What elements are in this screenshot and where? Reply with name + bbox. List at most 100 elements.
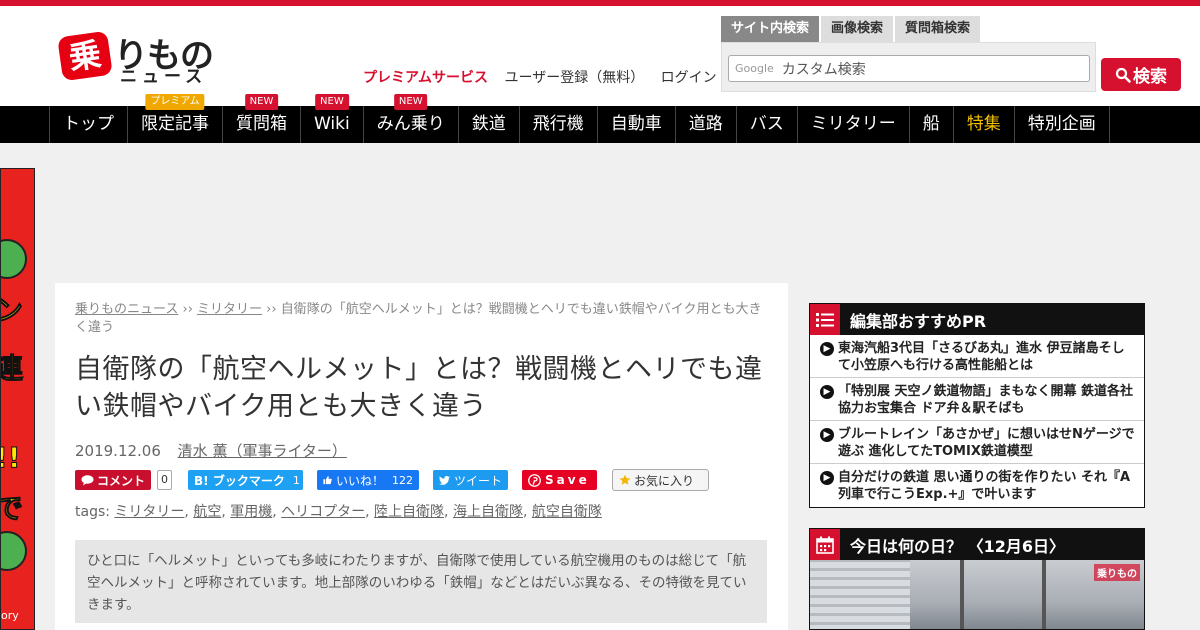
article-tags: tags: ミリタリー, 航空, 軍用機, ヘリコプター, 陸上自衛隊, 海上自…: [75, 504, 602, 520]
nav-item-road[interactable]: 道路: [676, 106, 737, 143]
side-ad-banner[interactable]: ン 連 !! で ory: [0, 168, 35, 630]
tag-link[interactable]: ヘリコプター: [281, 504, 365, 520]
tag-link[interactable]: 海上自衛隊: [453, 504, 523, 520]
tag-link[interactable]: 航空: [193, 504, 221, 520]
nav-item-minnori[interactable]: NEW みん乗り: [364, 94, 459, 143]
nav-item-wiki[interactable]: NEW Wiki: [301, 94, 364, 143]
site-logo[interactable]: 乗 りもの ニュース: [57, 28, 230, 88]
tab-image-search[interactable]: 画像検索: [821, 16, 894, 42]
register-link[interactable]: ユーザー登録（無料）: [504, 70, 644, 86]
search-icon: [1115, 67, 1131, 83]
author-link[interactable]: 清水 薫（軍事ライター）: [178, 442, 347, 460]
nav-label: 船: [922, 114, 940, 134]
like-count: 122: [392, 473, 414, 487]
tweet-button[interactable]: ツイート: [433, 470, 509, 490]
search-button[interactable]: 検索: [1101, 58, 1181, 91]
ad-small-text: ory: [1, 609, 19, 622]
nav-label: 特別企画: [1027, 114, 1096, 134]
today-photo[interactable]: 乗りもの: [810, 560, 1144, 629]
tag-link[interactable]: 陸上自衛隊: [374, 504, 444, 520]
nav-badge-new: NEW: [244, 94, 279, 110]
nav-label: みん乗り: [376, 114, 445, 134]
tag-link[interactable]: ミリタリー: [114, 504, 184, 520]
pinterest-save-button[interactable]: Save: [522, 470, 598, 490]
article-meta: 2019.12.06 清水 薫（軍事ライター）: [75, 440, 347, 461]
ad-text: !!: [1, 441, 21, 475]
speech-bubble-icon: [81, 474, 94, 485]
search-input[interactable]: Google カスタム検索: [728, 55, 1090, 82]
tab-site-search[interactable]: サイト内検索: [721, 16, 820, 42]
favorite-button[interactable]: お気に入り: [612, 469, 710, 491]
header-links: プレミアムサービス ユーザー登録（無料） ログイン: [363, 67, 729, 87]
nav-item-airplane[interactable]: 飛行機: [520, 106, 598, 143]
nav-item-military[interactable]: ミリタリー: [798, 106, 910, 143]
google-logo: Google: [735, 62, 774, 75]
premium-service-link[interactable]: プレミアムサービス: [363, 70, 488, 86]
pinterest-icon: [528, 473, 541, 487]
hatena-bookmark-button[interactable]: B! ブックマーク 1: [188, 470, 304, 490]
nav-label: ミリタリー: [810, 114, 896, 134]
login-link[interactable]: ログイン: [661, 70, 717, 86]
article-title: 自衛隊の「航空ヘルメット」とは？戦闘機とヘリでも違い鉄帽やバイク用とも大きく違う: [75, 354, 763, 422]
tab-question-search[interactable]: 質問箱検索: [895, 16, 981, 42]
search-box: Google カスタム検索: [721, 42, 1096, 92]
nav-label: 限定記事: [141, 114, 209, 134]
pr-item-text: ブルートレイン「あさかぜ」に想いはせNゲージで遊ぶ 進化してたTOMIX鉄道模型: [838, 427, 1135, 459]
nav-item-question[interactable]: NEW 質問箱: [223, 94, 301, 143]
breadcrumb-home-link[interactable]: 乗りものニュース: [75, 302, 178, 317]
favorite-label: お気に入り: [634, 473, 695, 488]
breadcrumb-category-link[interactable]: ミリタリー: [197, 302, 262, 317]
chevron-right-icon: ▶: [820, 471, 834, 485]
nav-item-special-project[interactable]: 特別企画: [1015, 106, 1110, 143]
tag-link[interactable]: 軍用機: [230, 504, 272, 520]
facebook-like-button[interactable]: いいね！ 122: [317, 470, 420, 490]
nav-label: Wiki: [314, 114, 350, 134]
nav-label: 鉄道: [471, 114, 506, 134]
nav-item-feature[interactable]: 特集: [954, 106, 1015, 143]
nav-item-ship[interactable]: 船: [910, 106, 954, 143]
chevron-right-icon: ▶: [820, 342, 834, 356]
calendar-icon: [810, 529, 840, 560]
today-header: 今日は何の日？ 〈12月6日〉: [810, 529, 1144, 560]
breadcrumb-separator: ››: [262, 302, 281, 317]
comment-count: 0: [157, 470, 173, 490]
pr-item[interactable]: ▶ 自分だけの鉄道 思い通りの街を作りたい それ『A列車で行こうExp.+』で叶…: [810, 464, 1144, 507]
photo-pole: [1042, 560, 1046, 629]
nav-item-bus[interactable]: バス: [737, 106, 798, 143]
nav-badge-new: NEW: [315, 94, 349, 110]
comment-button[interactable]: コメント: [75, 470, 152, 490]
pr-item[interactable]: ▶ 「特別展 天空ノ鉄道物語」まもなく開幕 鉄道各社協力お宝集合 ドア弁＆駅そば…: [810, 378, 1144, 421]
ad-character: [1, 239, 27, 279]
thumbs-up-icon: [323, 476, 332, 485]
nav-label: トップ: [63, 114, 114, 134]
nav-label: 特集: [966, 114, 1001, 134]
nav-item-top[interactable]: トップ: [50, 106, 128, 143]
ad-text: 連: [1, 347, 24, 387]
editor-recommend-box: 編集部おすすめPR ▶ 東海汽船3代目「さるびあ丸」進水 伊豆諸島そして小笠原へ…: [809, 303, 1145, 508]
search-button-label: 検索: [1133, 67, 1167, 87]
site-header: 乗 りもの ニュース プレミアムサービス ユーザー登録（無料） ログイン サイト…: [0, 6, 1200, 106]
pr-item[interactable]: ▶ ブルートレイン「あさかぜ」に想いはせNゲージで遊ぶ 進化してたTOMIX鉄道…: [810, 421, 1144, 464]
pr-item-text: 東海汽船3代目「さるびあ丸」進水 伊豆諸島そして小笠原へも行ける高性能船とは: [838, 341, 1125, 373]
nav-items: トップ プレミアム 限定記事 NEW 質問箱 NEW Wiki NEW みん乗り 鉄道 …: [49, 94, 1110, 143]
ad-text: で: [1, 487, 24, 527]
search-placeholder: カスタム検索: [781, 61, 866, 78]
nav-item-railway[interactable]: 鉄道: [459, 106, 520, 143]
list-icon: [810, 304, 840, 335]
photo-building: [810, 560, 910, 629]
star-icon: [619, 474, 631, 485]
pr-item[interactable]: ▶ 東海汽船3代目「さるびあ丸」進水 伊豆諸島そして小笠原へも行ける高性能船とは: [810, 335, 1144, 378]
tags-label: tags:: [75, 504, 115, 520]
nav-item-car[interactable]: 自動車: [598, 106, 676, 143]
nav-badge-premium: プレミアム: [145, 94, 205, 110]
twitter-bird-icon: [439, 475, 450, 485]
today-title: 今日は何の日？ 〈12月6日〉: [850, 536, 1065, 556]
tag-link[interactable]: 航空自衛隊: [532, 504, 602, 520]
hatena-count: 1: [292, 473, 300, 487]
nav-label: 質問箱: [236, 114, 287, 134]
article-date: 2019.12.06: [75, 442, 161, 460]
comment-label: コメント: [97, 473, 146, 488]
main-nav: トップ プレミアム 限定記事 NEW 質問箱 NEW Wiki NEW みん乗り 鉄道 …: [0, 94, 1200, 143]
pr-item-text: 自分だけの鉄道 思い通りの街を作りたい それ『A列車で行こうExp.+』で叶いま…: [838, 470, 1131, 502]
nav-item-premium[interactable]: プレミアム 限定記事: [128, 94, 223, 143]
